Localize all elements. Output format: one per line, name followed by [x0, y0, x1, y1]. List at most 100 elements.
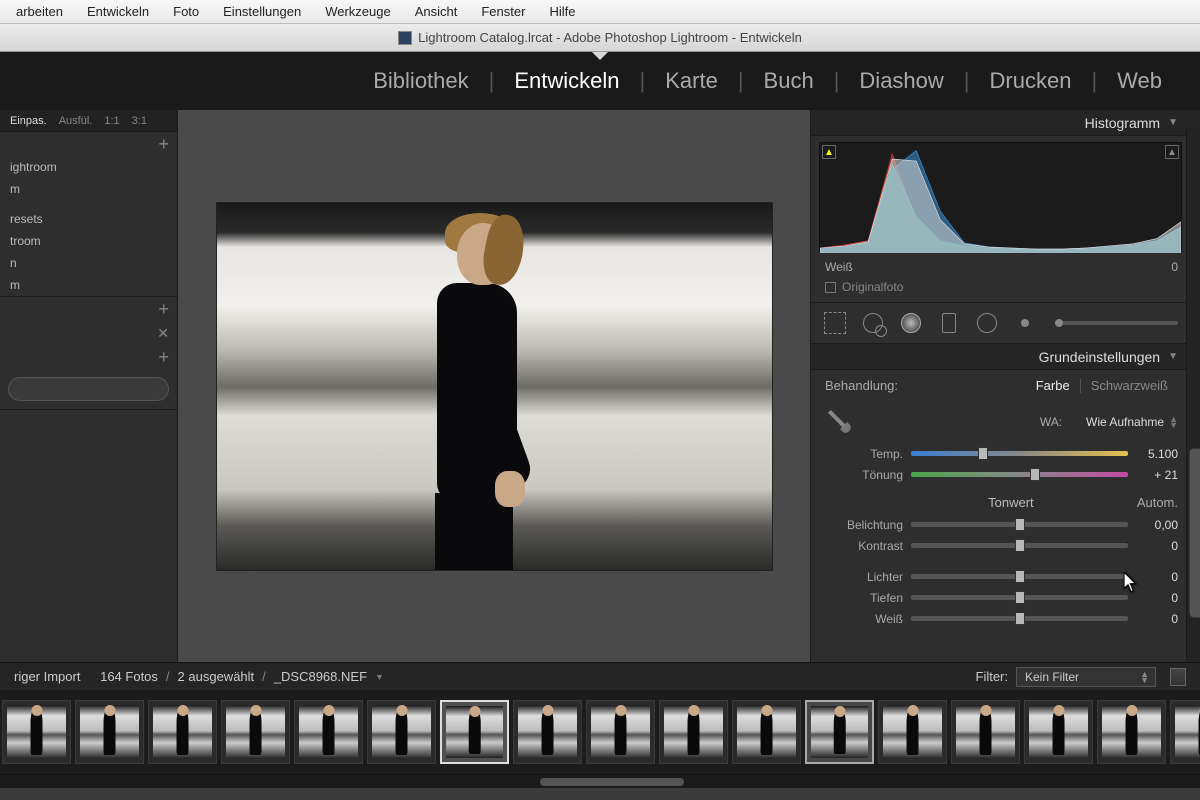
thumbnail[interactable] — [75, 700, 144, 764]
thumbnail[interactable] — [732, 700, 801, 764]
list-item[interactable]: troom — [0, 230, 177, 252]
slider-value: 0,00 — [1136, 518, 1178, 532]
tone-slider-belichtung[interactable] — [911, 522, 1128, 527]
zoom-fit[interactable]: Einpas. — [10, 115, 47, 127]
treatment-color[interactable]: Farbe — [1026, 378, 1080, 393]
status-import[interactable]: riger Import — [14, 669, 80, 684]
crop-tool[interactable] — [823, 311, 847, 335]
histogram-chart[interactable]: ▲ ▲ — [819, 142, 1182, 252]
panel-scrollbar[interactable] — [1186, 128, 1200, 662]
zoom-bar: Einpas. Ausfül. 1:1 3:1 — [0, 110, 177, 132]
temp-slider[interactable] — [911, 451, 1128, 456]
menu-item[interactable]: Ansicht — [403, 4, 470, 19]
spot-tool[interactable] — [861, 311, 885, 335]
auto-tone-button[interactable]: Autom. — [1137, 495, 1178, 510]
module-karte[interactable]: Karte — [645, 68, 738, 94]
image-canvas[interactable] — [178, 110, 810, 662]
list-item[interactable]: m — [0, 178, 177, 200]
list-item[interactable]: resets — [0, 208, 177, 230]
menu-item[interactable]: Werkzeuge — [313, 4, 403, 19]
thumbnail[interactable] — [221, 700, 290, 764]
wb-select[interactable]: Wie Aufnahme ▲▼ — [1086, 415, 1178, 429]
filmstrip-scrollbar[interactable] — [0, 774, 1200, 788]
menu-item[interactable]: Hilfe — [537, 4, 587, 19]
thumbnail[interactable] — [513, 700, 582, 764]
slider-label: Belichtung — [825, 518, 903, 532]
module-drucken[interactable]: Drucken — [970, 68, 1092, 94]
thumbnail[interactable] — [805, 700, 874, 764]
filter-lock-icon[interactable] — [1170, 668, 1186, 686]
snapshot-input[interactable] — [8, 377, 169, 401]
right-panel: Histogramm ▼ ▲ ▲ Weiß 0 Originalfoto Gru… — [810, 110, 1200, 662]
thumbnail[interactable] — [294, 700, 363, 764]
zoom-fill[interactable]: Ausfül. — [59, 115, 93, 127]
tone-slider-lichter[interactable] — [911, 574, 1128, 579]
thumbnail[interactable] — [1024, 700, 1093, 764]
plus-icon[interactable]: + — [158, 299, 169, 320]
grad-tool[interactable] — [937, 311, 961, 335]
filmstrip[interactable] — [0, 690, 1200, 774]
treatment-bw[interactable]: Schwarzweiß — [1081, 378, 1178, 393]
menu-item[interactable]: Foto — [161, 4, 211, 19]
menu-item[interactable]: Entwickeln — [75, 4, 161, 19]
temp-label: Temp. — [825, 447, 903, 461]
module-web[interactable]: Web — [1097, 68, 1182, 94]
original-checkbox[interactable] — [825, 282, 836, 293]
tint-slider[interactable] — [911, 472, 1128, 477]
status-selected: 2 ausgewählt — [178, 669, 255, 684]
redeye-tool[interactable] — [899, 311, 923, 335]
temp-value: 5.100 — [1136, 447, 1178, 461]
histogram-header[interactable]: Histogramm ▼ — [811, 110, 1200, 136]
basic-title: Grundeinstellungen — [1039, 349, 1160, 365]
list-item[interactable]: m — [0, 274, 177, 296]
tool-strip — [811, 303, 1200, 344]
thumbnail[interactable] — [951, 700, 1020, 764]
chevron-down-icon: ▼ — [1168, 117, 1178, 128]
thumbnail[interactable] — [1097, 700, 1166, 764]
tint-value: + 21 — [1136, 468, 1178, 482]
thumbnail[interactable] — [440, 700, 509, 764]
brush-tool[interactable] — [1013, 311, 1037, 335]
status-filename[interactable]: _DSC8968.NEF — [274, 669, 367, 684]
preview-image — [217, 203, 772, 570]
status-count: 164 Fotos — [100, 669, 158, 684]
thumbnail[interactable] — [148, 700, 217, 764]
module-diashow[interactable]: Diashow — [839, 68, 963, 94]
list-item[interactable]: ightroom — [0, 156, 177, 178]
thumbnail[interactable] — [586, 700, 655, 764]
slider-value: 0 — [1136, 539, 1178, 553]
thumbnail[interactable] — [1170, 700, 1200, 764]
tone-slider-weiß[interactable] — [911, 616, 1128, 621]
preset-list: ightroom m resets troom n m — [0, 156, 177, 296]
zoom-1-1[interactable]: 1:1 — [104, 115, 119, 127]
wb-value: Wie Aufnahme — [1086, 415, 1164, 429]
module-buch[interactable]: Buch — [744, 68, 834, 94]
slider-value: 0 — [1136, 612, 1178, 626]
module-entwickeln[interactable]: Entwickeln — [494, 68, 639, 94]
histogram-channel-label: Weiß — [825, 260, 853, 274]
treatment-label: Behandlung: — [825, 378, 898, 393]
radial-tool[interactable] — [975, 311, 999, 335]
menu-item[interactable]: arbeiten — [4, 4, 75, 19]
tone-slider-tiefen[interactable] — [911, 595, 1128, 600]
thumbnail[interactable] — [878, 700, 947, 764]
menu-item[interactable]: Einstellungen — [211, 4, 313, 19]
filter-select[interactable]: Kein Filter ▲▼ — [1016, 667, 1156, 687]
brush-size-slider[interactable] — [1055, 321, 1178, 325]
thumbnail[interactable] — [367, 700, 436, 764]
zoom-ratio[interactable]: 3:1 — [132, 115, 147, 127]
list-item[interactable] — [0, 200, 177, 208]
plus-icon[interactable]: + — [158, 134, 169, 155]
left-panel: Einpas. Ausfül. 1:1 3:1 + ightroom m res… — [0, 110, 178, 662]
menu-item[interactable]: Fenster — [469, 4, 537, 19]
filter-value: Kein Filter — [1025, 670, 1079, 684]
close-icon[interactable]: ✕ — [157, 325, 169, 342]
thumbnail[interactable] — [2, 700, 71, 764]
thumbnail[interactable] — [659, 700, 728, 764]
plus-icon[interactable]: + — [158, 347, 169, 368]
module-bibliothek[interactable]: Bibliothek — [353, 68, 488, 94]
tone-slider-kontrast[interactable] — [911, 543, 1128, 548]
eyedropper-icon[interactable] — [819, 401, 861, 443]
basic-header[interactable]: Grundeinstellungen ▼ — [811, 344, 1200, 370]
list-item[interactable]: n — [0, 252, 177, 274]
